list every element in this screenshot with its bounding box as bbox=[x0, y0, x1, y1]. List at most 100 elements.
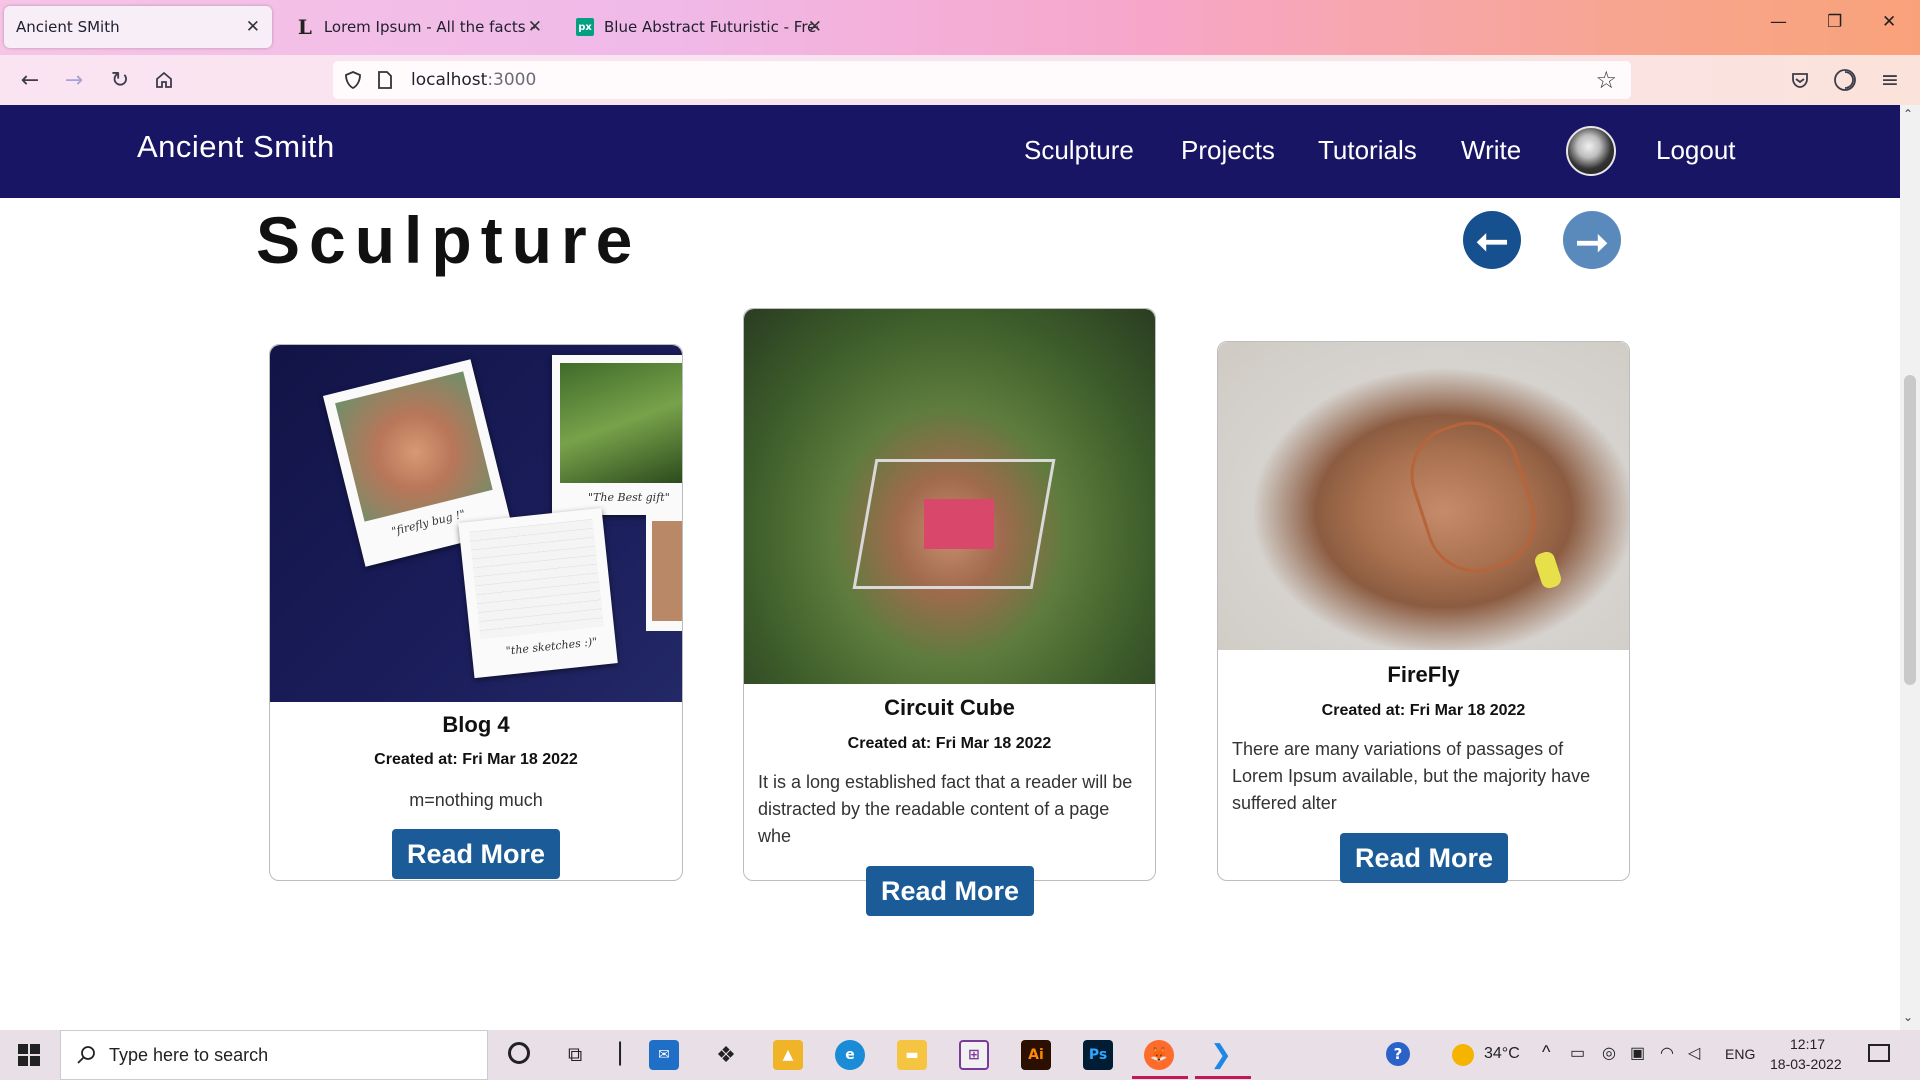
polaroid-caption: "the sketches :)" bbox=[505, 635, 598, 658]
nav-link-write[interactable]: Write bbox=[1461, 135, 1521, 166]
volume-icon[interactable]: ◁ bbox=[1688, 1043, 1700, 1063]
task-view-icon[interactable]: ⧉ bbox=[568, 1042, 582, 1066]
plant-photo bbox=[560, 363, 682, 483]
home-icon[interactable] bbox=[150, 66, 178, 94]
forward-arrow-icon[interactable]: → bbox=[60, 66, 88, 94]
led-photo bbox=[1532, 549, 1564, 591]
brand-logo[interactable]: Ancient Smith bbox=[137, 129, 335, 165]
mail-icon[interactable]: ✉ bbox=[649, 1040, 679, 1070]
nav-link-tutorials[interactable]: Tutorials bbox=[1318, 135, 1417, 166]
divider-icon: | bbox=[616, 1038, 625, 1066]
help-icon[interactable]: ? bbox=[1386, 1042, 1410, 1066]
active-app-indicator bbox=[1195, 1076, 1251, 1079]
cortana-icon[interactable] bbox=[508, 1042, 530, 1064]
snipping-tool-icon[interactable]: ⊞ bbox=[959, 1040, 989, 1070]
tab-blue-abstract[interactable]: px Blue Abstract Futuristic - Free v ✕ bbox=[564, 6, 834, 48]
shield-icon[interactable] bbox=[343, 70, 363, 94]
polaroid-photo: "the sketches :)" bbox=[458, 507, 618, 679]
card-date: Created at: Fri Mar 18 2022 bbox=[1321, 702, 1526, 719]
url-port: :3000 bbox=[487, 70, 537, 90]
read-more-button[interactable]: Read More bbox=[866, 866, 1034, 916]
tab-title: Lorem Ipsum - All the facts - Lip bbox=[323, 18, 542, 36]
windows-taskbar: Type here to search ⧉ | ✉ ❖ ▲ e ▬ ⊞ Ai P… bbox=[0, 1030, 1920, 1080]
card-date: Created at: Fri Mar 18 2022 bbox=[847, 735, 1052, 752]
card-image bbox=[744, 309, 1155, 684]
pexels-favicon-icon: px bbox=[576, 18, 594, 36]
card-text: There are many variations of passages of… bbox=[1232, 739, 1591, 813]
polaroid-photo bbox=[646, 513, 682, 631]
vscode-icon[interactable]: ❯ bbox=[1206, 1040, 1236, 1070]
scroll-up-icon[interactable]: ⌃ bbox=[1903, 107, 1913, 121]
carousel-next-button[interactable]: ⭢ bbox=[1563, 211, 1621, 269]
reload-icon[interactable]: ↻ bbox=[106, 66, 134, 94]
read-more-button[interactable]: Read More bbox=[1340, 833, 1508, 883]
file-explorer-icon[interactable]: ▬ bbox=[897, 1040, 927, 1070]
browser-tab-bar: Ancient SMith ✕ L Lorem Ipsum - All the … bbox=[0, 0, 1920, 55]
taskbar-search-input[interactable]: Type here to search bbox=[60, 1030, 488, 1080]
wifi-icon[interactable]: ◠ bbox=[1660, 1043, 1674, 1063]
site-header: Ancient Smith Sculpture Projects Tutoria… bbox=[0, 105, 1900, 198]
close-icon[interactable]: ✕ bbox=[246, 17, 260, 37]
card-title: Blog 4 bbox=[442, 712, 510, 737]
url-host: localhost bbox=[411, 70, 488, 90]
search-icon bbox=[75, 1044, 97, 1070]
card-image: "firefly bug !" "The Best gift" "the ske… bbox=[270, 345, 682, 702]
pocket-icon[interactable] bbox=[1786, 66, 1814, 94]
photoshop-icon[interactable]: Ps bbox=[1083, 1040, 1113, 1070]
display-icon[interactable]: ▣ bbox=[1630, 1043, 1645, 1063]
browser-toolbar: ← → ↻ localhost:3000 ☆ ≡ bbox=[0, 55, 1920, 105]
circuit-board-photo bbox=[924, 499, 994, 549]
blog-card: Circuit Cube Created at: Fri Mar 18 2022… bbox=[743, 308, 1156, 916]
card-text: m=nothing much bbox=[409, 790, 543, 810]
close-icon[interactable]: ✕ bbox=[808, 17, 822, 37]
page-scrollbar[interactable]: ⌃ ⌄ bbox=[1900, 105, 1920, 1030]
url-text: localhost:3000 bbox=[411, 70, 536, 90]
account-icon[interactable] bbox=[1831, 66, 1859, 94]
blog-card: FireFly Created at: Fri Mar 18 2022 Ther… bbox=[1217, 341, 1630, 883]
url-bar[interactable]: localhost:3000 ☆ bbox=[333, 61, 1631, 99]
nav-link-sculpture[interactable]: Sculpture bbox=[1024, 135, 1134, 166]
scroll-down-icon[interactable]: ⌄ bbox=[1903, 1010, 1913, 1024]
bookmark-star-icon[interactable]: ☆ bbox=[1595, 66, 1617, 94]
tab-lorem-ipsum[interactable]: L Lorem Ipsum - All the facts - Lip ✕ bbox=[284, 6, 554, 48]
firefly-sculpture-photo bbox=[1397, 408, 1549, 586]
restore-icon[interactable]: ❐ bbox=[1827, 12, 1842, 32]
hand-photo bbox=[652, 521, 682, 621]
polaroid-caption: "The Best gift" bbox=[588, 491, 670, 504]
sketch-photo bbox=[469, 518, 604, 640]
windows-start-icon[interactable] bbox=[18, 1044, 40, 1070]
close-icon[interactable]: ✕ bbox=[528, 17, 542, 37]
page-title: Sculpture bbox=[256, 203, 642, 277]
tab-title: Ancient SMith bbox=[16, 18, 120, 36]
illustrator-icon[interactable]: Ai bbox=[1021, 1040, 1051, 1070]
photos-icon[interactable]: ▲ bbox=[773, 1040, 803, 1070]
lipsum-favicon-icon: L bbox=[297, 15, 312, 39]
language-indicator[interactable]: ENG bbox=[1725, 1046, 1755, 1062]
menu-hamburger-icon[interactable]: ≡ bbox=[1876, 66, 1904, 94]
webcam-icon[interactable]: ◎ bbox=[1602, 1043, 1616, 1063]
nav-link-projects[interactable]: Projects bbox=[1181, 135, 1275, 166]
window-close-icon[interactable]: ✕ bbox=[1882, 12, 1896, 32]
scroll-thumb[interactable] bbox=[1904, 375, 1916, 685]
carousel-prev-button[interactable]: ⭠ bbox=[1463, 211, 1521, 269]
tab-ancient-smith[interactable]: Ancient SMith ✕ bbox=[4, 6, 272, 48]
back-arrow-icon[interactable]: ← bbox=[16, 66, 44, 94]
battery-icon[interactable]: ▭ bbox=[1570, 1043, 1585, 1063]
card-image bbox=[1218, 342, 1629, 650]
active-app-indicator bbox=[1132, 1076, 1188, 1079]
avatar[interactable] bbox=[1566, 126, 1616, 176]
card-date: Created at: Fri Mar 18 2022 bbox=[374, 751, 578, 768]
minimize-icon[interactable]: — bbox=[1770, 12, 1787, 32]
notifications-icon[interactable] bbox=[1868, 1044, 1890, 1062]
edge-browser-icon[interactable]: e bbox=[835, 1040, 865, 1070]
read-more-button[interactable]: Read More bbox=[392, 829, 560, 879]
card-title: FireFly bbox=[1387, 662, 1460, 687]
weather-sun-icon[interactable] bbox=[1452, 1044, 1474, 1066]
chevron-up-icon[interactable]: ^ bbox=[1542, 1042, 1550, 1063]
firefox-icon[interactable]: 🦊 bbox=[1144, 1040, 1174, 1070]
clock-time[interactable]: 12:17 bbox=[1790, 1036, 1825, 1052]
logout-link[interactable]: Logout bbox=[1656, 135, 1736, 166]
clock-date[interactable]: 18-03-2022 bbox=[1770, 1056, 1842, 1072]
temperature[interactable]: 34°C bbox=[1484, 1045, 1520, 1063]
dropbox-icon[interactable]: ❖ bbox=[711, 1040, 741, 1070]
